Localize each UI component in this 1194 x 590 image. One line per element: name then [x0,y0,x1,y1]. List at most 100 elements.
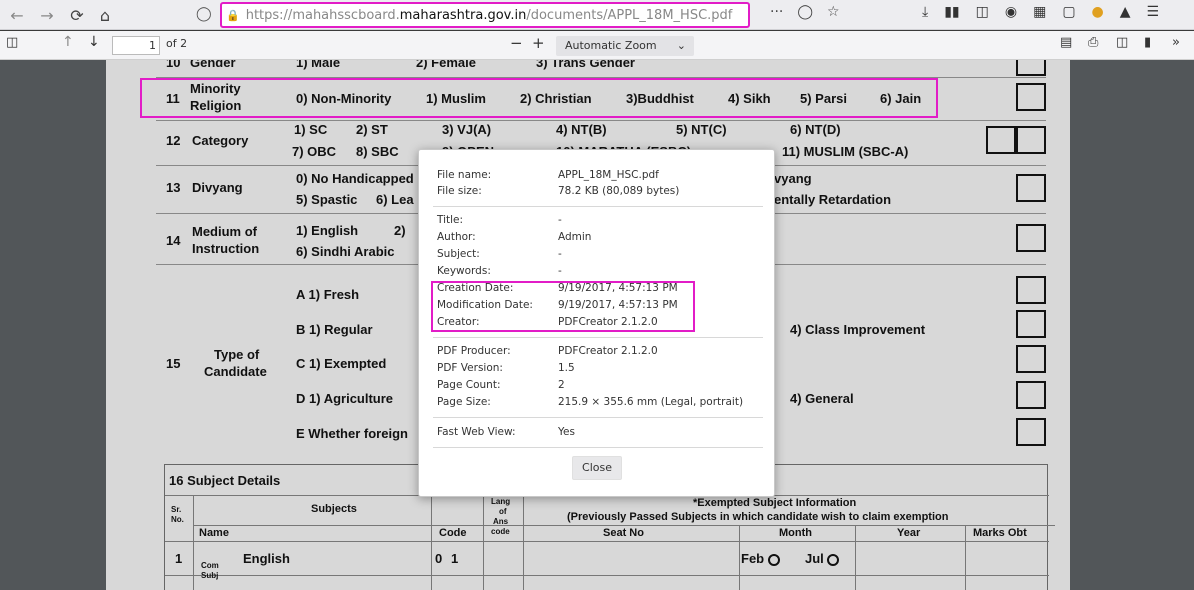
property-value: 215.9 × 355.6 mm (Legal, portrait) [558,396,744,408]
row-label: Category [192,133,249,148]
hamburger-menu-icon[interactable]: ☰ [1147,4,1160,20]
back-icon[interactable]: ← [4,2,30,28]
option: 7) OBC [292,144,337,159]
presentation-icon[interactable]: ▤ [1060,35,1072,50]
entry-box [1016,418,1046,446]
column-header: Seat No [603,527,644,539]
row-label: Com [201,561,219,570]
option: 8) SBC [356,144,399,159]
row-label: Type of [214,347,260,362]
option: 4) NT(B) [556,122,607,137]
page-number-input[interactable]: 1 [112,36,160,55]
option: B 1) Regular [296,322,373,337]
tracking-shield-icon[interactable]: ◯ [196,6,212,22]
close-button[interactable]: Close [572,456,622,480]
save-icon[interactable]: ◫ [1116,35,1128,50]
column-header: Sr. [171,505,182,514]
reload-icon[interactable]: ⟳ [64,2,90,28]
page-count: of 2 [166,37,188,50]
option: D 1) Agriculture [296,391,394,406]
property-label: Page Count: [437,379,501,391]
home-icon[interactable]: ⌂ [92,2,118,28]
column-header: Lang [491,497,511,506]
sidebar-icon[interactable]: ◫ [976,4,989,20]
divider [165,541,1049,542]
bookmark-star-icon[interactable]: ☆ [827,4,840,20]
property-label: PDF Producer: [437,345,511,357]
column-header: of [499,507,507,516]
property-label: PDF Version: [437,362,503,374]
divider [156,120,1046,121]
previous-page-icon[interactable]: ↑ [62,34,74,50]
zoom-value: Automatic Zoom [565,39,657,52]
month-jul: Jul [805,551,840,566]
column-header: Year [897,527,921,539]
library-icon[interactable]: ▮▮ [944,4,959,20]
extension-t-icon[interactable]: ▢ [1062,4,1075,20]
month-feb: Feb [741,551,780,566]
url-bar[interactable]: 🔒 https://mahahsscboard. maharashtra.gov.… [220,2,750,28]
zoom-in-icon[interactable]: + [532,34,545,52]
option: 6) Sindhi Arabic [296,244,395,259]
row-label: Candidate [204,364,267,379]
option: C 1) Exempted [296,356,387,371]
page-actions-menu-icon[interactable]: ··· [770,4,783,20]
property-label: Page Size: [437,396,491,408]
highlight-box [431,281,695,332]
entry-box [1016,381,1046,409]
row-number: 12 [166,133,181,148]
pocket-icon[interactable]: ◯ [797,4,813,20]
forward-icon[interactable]: → [34,2,60,28]
url-domain: maharashtra.gov.in [399,7,527,23]
url-path: /documents/APPL_18M_HSC.pdf [526,7,733,23]
tools-menu-icon[interactable]: » [1172,35,1180,50]
row-label: Subj [201,571,219,580]
property-label: File size: [437,185,482,197]
url-subdomain: mahahsscboard. [292,7,400,23]
radio-circle [767,553,780,566]
month-label: Feb [741,551,765,566]
divider [193,525,1055,526]
download-icon[interactable]: ⤓ [922,4,928,20]
pdf-viewer: 10 Gender 1) Male 2) Female 3) Trans Gen… [0,60,1194,590]
row-label: Medium of [192,224,257,239]
extension-badge-icon[interactable]: ● [1092,4,1104,20]
property-label: File name: [437,169,492,181]
url-scheme: https:// [245,7,293,23]
print-icon[interactable]: ⎙ [1088,35,1098,50]
browser-toolbar: ← → ⟳ ⌂ ◯ 🔒 https://mahahsscboard. mahara… [0,0,1194,30]
entry-box [1016,60,1046,76]
account-icon[interactable]: ◉ [1005,4,1017,20]
property-value: Admin [558,231,592,243]
next-page-icon[interactable]: ↓ [88,34,100,50]
property-value: - [558,248,562,260]
option: 4) General [790,391,854,406]
extensions-icon[interactable]: ▦ [1033,4,1046,20]
row-number: 15 [166,356,181,371]
section-title: 16 Subject Details [169,473,281,488]
subject-code: 1 [451,551,459,566]
option: 1) Male [296,60,341,70]
row-label: Instruction [192,241,260,256]
option: 6) Lea [376,192,414,207]
property-value: PDFCreator 2.1.2.0 [558,345,658,357]
property-value: - [558,214,562,226]
option: entally Retardation [774,192,892,207]
property-label: Fast Web View: [437,426,516,438]
option: 3) VJ(A) [442,122,492,137]
chevron-down-icon: ⌄ [676,39,686,52]
zoom-select[interactable]: Automatic Zoom ⌄ [556,36,694,56]
extension-ghost-icon[interactable]: ▲ [1120,4,1131,20]
divider [433,206,763,207]
option: 1) English [296,223,359,238]
property-value: Yes [558,426,575,438]
option: 11) MUSLIM (SBC-A) [782,144,909,159]
sidebar-toggle-icon[interactable]: ◫ [6,35,18,50]
column-header: Code [439,527,467,539]
property-label: Title: [437,214,464,226]
zoom-out-icon[interactable]: − [510,34,523,52]
bookmark-icon[interactable]: ▮ [1144,35,1151,50]
option: vyang [774,171,812,186]
subject-code: 0 [435,551,443,566]
entry-box [1016,174,1046,202]
